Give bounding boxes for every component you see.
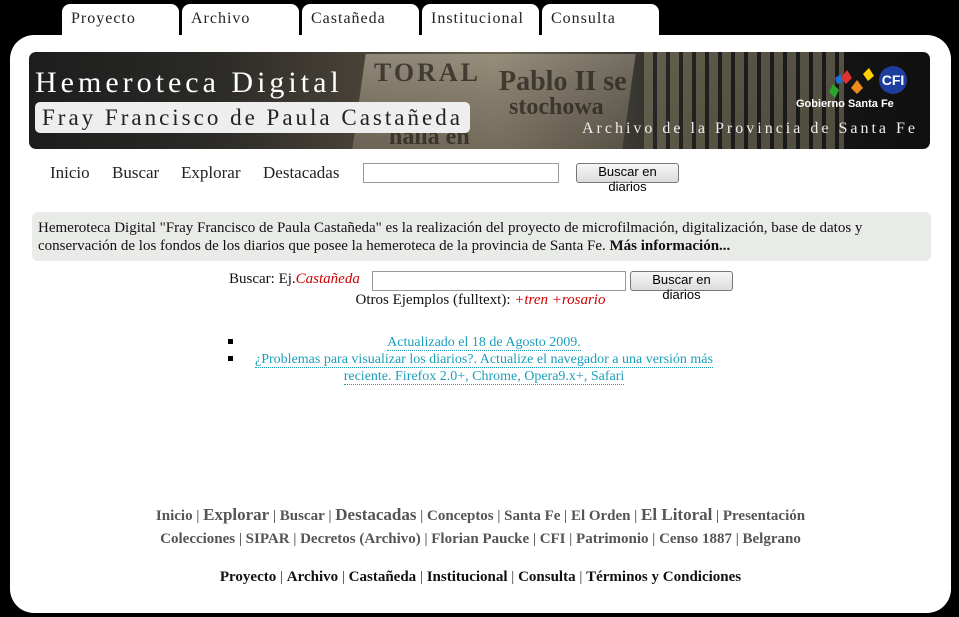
search-row: Buscar: Ej.Castañeda (229, 271, 360, 288)
footer-separator: | (493, 508, 505, 524)
footer-link-explorar[interactable]: Explorar (203, 505, 269, 524)
nav-destacadas[interactable]: Destacadas (263, 163, 339, 183)
footer-site-link-consulta[interactable]: Consulta (518, 569, 576, 585)
footer-separator: | (338, 569, 349, 585)
top-search-input[interactable] (363, 163, 559, 183)
tab-proyecto[interactable]: Proyecto (62, 4, 179, 38)
tab-castaneda[interactable]: Castañeda (302, 4, 419, 38)
archive-label: Archivo de la Provincia de Santa Fe (581, 120, 918, 137)
footer-separator: | (420, 531, 432, 547)
gov-label: Gobierno Santa Fe (796, 98, 894, 110)
footer-separator: | (507, 569, 519, 585)
footer-links-secondary: Colecciones | SIPAR | Decretos (Archivo)… (10, 531, 951, 548)
footer-separator: | (324, 508, 336, 524)
footer-site-link-archivo[interactable]: Archivo (287, 569, 338, 585)
footer-separator: | (269, 508, 280, 524)
footer-separator: | (712, 508, 723, 524)
paper-text-3: stochowa (509, 94, 604, 120)
top-search-button[interactable]: Buscar en diarios (576, 163, 679, 194)
footer-separator: | (565, 531, 577, 547)
footer-link-destacadas[interactable]: Destacadas (335, 505, 416, 524)
footer-separator: | (192, 508, 204, 524)
nav-buscar[interactable]: Buscar (112, 163, 159, 183)
footer-separator: | (630, 508, 642, 524)
main-search-input[interactable] (372, 271, 626, 291)
footer-link-presentacion[interactable]: Presentación (723, 508, 805, 524)
footer-link-sipar[interactable]: SIPAR (246, 531, 290, 547)
nav-explorar[interactable]: Explorar (181, 163, 240, 183)
main-card: TORAL Pablo II se stochowa halla en Heme… (10, 35, 951, 613)
list-item: ¿Problemas para visualizar los diarios?.… (228, 351, 718, 385)
footer-links-primary: Inicio | Explorar | Buscar | Destacadas … (10, 505, 951, 525)
footer-link-patrimonio[interactable]: Patrimonio (576, 531, 649, 547)
more-info-link[interactable]: Más información... (609, 238, 730, 254)
footer-link-colecciones[interactable]: Colecciones (160, 531, 235, 547)
update-link[interactable]: Actualizado el 18 de Agosto 2009. (387, 335, 581, 351)
news-list: Actualizado el 18 de Agosto 2009. ¿Probl… (228, 334, 718, 385)
footer-separator: | (731, 531, 743, 547)
footer-links-site: Proyecto | Archivo | Castañeda | Institu… (10, 569, 951, 586)
site-subtitle: Fray Francisco de Paula Castañeda (35, 102, 470, 133)
footer-site-link-proyecto[interactable]: Proyecto (220, 569, 276, 585)
search-example: Castañeda (295, 271, 360, 287)
footer-site-link-castaneda[interactable]: Castañeda (349, 569, 417, 585)
footer-separator: | (416, 569, 427, 585)
footer-link-conceptos[interactable]: Conceptos (427, 508, 494, 524)
footer-separator: | (289, 531, 301, 547)
footer-separator: | (276, 569, 287, 585)
footer-link-inicio[interactable]: Inicio (156, 508, 193, 524)
site-title: Hemeroteca Digital (35, 66, 343, 99)
list-item: Actualizado el 18 de Agosto 2009. (228, 334, 718, 351)
cfi-logo-text: CFI (882, 72, 905, 88)
nav-inicio[interactable]: Inicio (50, 163, 90, 183)
footer-site-link-institucional[interactable]: Institucional (427, 569, 508, 585)
info-box: Hemeroteca Digital "Fray Francisco de Pa… (32, 212, 931, 261)
footer-separator: | (560, 508, 571, 524)
footer-link-florian-paucke[interactable]: Florian Paucke (431, 531, 529, 547)
footer-link-decretos-archivo[interactable]: Decretos (Archivo) (300, 531, 421, 547)
header-banner: TORAL Pablo II se stochowa halla en Heme… (29, 52, 930, 149)
paper-text-1: TORAL (374, 58, 481, 87)
browser-help-link[interactable]: ¿Problemas para visualizar los diarios?.… (255, 352, 713, 385)
footer-separator: | (416, 508, 427, 524)
tab-institucional[interactable]: Institucional (422, 4, 539, 38)
footer-link-el-orden[interactable]: El Orden (571, 508, 631, 524)
main-search-button[interactable]: Buscar en diarios (630, 271, 733, 302)
search-label: Buscar: Ej. (229, 271, 296, 287)
footer-link-censo-1887[interactable]: Censo 1887 (659, 531, 732, 547)
footer-separator: | (235, 531, 246, 547)
footer-site-link-terminos-y-condiciones[interactable]: Términos y Condiciones (586, 569, 741, 585)
tab-archivo[interactable]: Archivo (182, 4, 299, 38)
footer-link-santa-fe[interactable]: Santa Fe (504, 508, 560, 524)
footer-link-buscar[interactable]: Buscar (280, 508, 325, 524)
info-text: Hemeroteca Digital "Fray Francisco de Pa… (38, 220, 863, 254)
other-examples-label: Otros Ejemplos (fulltext): (355, 292, 511, 308)
footer-link-el-litoral[interactable]: El Litoral (641, 505, 712, 524)
footer-separator: | (575, 569, 587, 585)
other-examples-value: +tren +rosario (514, 292, 606, 308)
other-examples: Otros Ejemplos (fulltext): +tren +rosari… (10, 292, 951, 309)
footer-link-belgrano[interactable]: Belgrano (743, 531, 801, 547)
tab-consulta[interactable]: Consulta (542, 4, 659, 38)
footer-separator: | (529, 531, 540, 547)
footer-separator: | (648, 531, 660, 547)
footer-link-cfi[interactable]: CFI (540, 531, 566, 547)
